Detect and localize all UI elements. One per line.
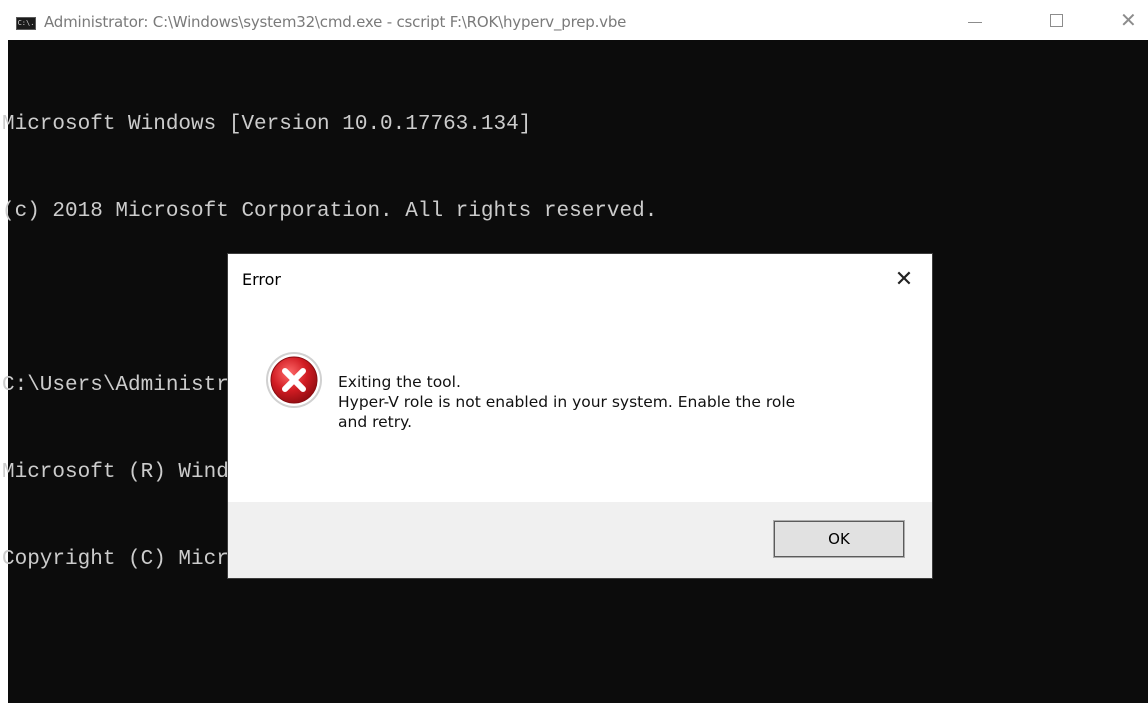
dialog-close-button[interactable]: ✕: [884, 262, 924, 298]
error-dialog: Error ✕ Exiting the tool. Hyper-V role i…: [228, 254, 932, 578]
title-bar[interactable]: C:\. Administrator: C:\Windows\system32\…: [8, 0, 1148, 40]
minimize-button[interactable]: [952, 6, 998, 36]
message-line: Exiting the tool.: [338, 373, 461, 391]
ok-button[interactable]: OK: [773, 520, 905, 558]
minimize-icon: [968, 22, 982, 23]
maximize-icon: [1050, 14, 1063, 27]
dialog-footer: OK: [228, 502, 932, 578]
console-line: (c) 2018 Microsoft Corporation. All righ…: [2, 200, 658, 223]
close-window-button[interactable]: ✕: [1106, 6, 1148, 36]
maximize-button[interactable]: [1034, 6, 1080, 36]
close-icon: ✕: [894, 267, 914, 292]
screen: C:\. Administrator: C:\Windows\system32\…: [0, 0, 1148, 703]
cmd-icon[interactable]: C:\.: [16, 17, 36, 30]
dialog-message: Exiting the tool. Hyper-V role is not en…: [338, 372, 898, 432]
close-icon: ✕: [1120, 8, 1137, 32]
window-title: Administrator: C:\Windows\system32\cmd.e…: [44, 13, 627, 31]
message-line: and retry.: [338, 413, 412, 431]
console-line: Microsoft Windows [Version 10.0.17763.13…: [2, 113, 532, 136]
dialog-title: Error: [242, 270, 281, 289]
error-icon: [266, 352, 322, 408]
message-line: Hyper-V role is not enabled in your syst…: [338, 393, 796, 411]
